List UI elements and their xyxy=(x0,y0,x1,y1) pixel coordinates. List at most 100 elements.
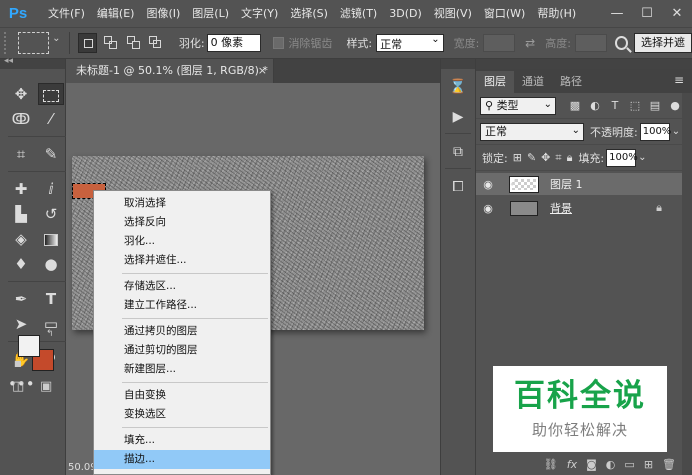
dodge-icon[interactable]: ● xyxy=(38,253,64,275)
options-grip[interactable] xyxy=(4,32,10,54)
link-layers-icon[interactable]: ⛓ xyxy=(544,458,558,471)
tab-paths[interactable]: 路径 xyxy=(552,71,590,93)
fill-input[interactable]: 100% xyxy=(606,148,638,167)
actions-panel-icon[interactable]: ▶ xyxy=(445,105,471,129)
lock-artboard-icon[interactable]: ⌗ xyxy=(555,151,561,165)
style-select[interactable]: 正常 xyxy=(376,34,444,52)
blend-mode-select[interactable]: 正常 xyxy=(480,122,584,141)
layer-name[interactable]: 背景 xyxy=(550,200,572,216)
type-filter-icon[interactable]: T xyxy=(606,97,624,115)
intersect-selection-button[interactable] xyxy=(146,33,165,53)
lock-transparency-icon[interactable]: ⊞ xyxy=(513,151,522,164)
document-tab[interactable]: 未标题-1 @ 50.1% (图层 1, RGB/8) * × xyxy=(66,59,274,83)
swap-colors-icon[interactable]: ↰ xyxy=(46,329,54,339)
menu-file[interactable]: 文件(F) xyxy=(42,0,91,27)
eyedropper-icon[interactable]: ✎ xyxy=(38,143,64,165)
menu-save-selection[interactable]: 存储选区... xyxy=(94,277,270,296)
delete-layer-icon[interactable]: 🗑︎ xyxy=(662,458,676,471)
crop-icon[interactable]: ⌗ xyxy=(8,143,34,165)
history-brush-icon[interactable]: ↺ xyxy=(38,203,64,225)
move-icon[interactable]: ✥ xyxy=(8,83,34,105)
menu-filter[interactable]: 滤镜(T) xyxy=(334,0,383,27)
menu-fill[interactable]: 填充... xyxy=(94,431,270,450)
tab-close-icon[interactable]: × xyxy=(258,59,267,83)
opacity-input[interactable]: 100% xyxy=(639,122,671,141)
visibility-eye-icon[interactable]: ◉ xyxy=(476,202,500,215)
smart-object-filter-icon[interactable]: ▤ xyxy=(646,97,664,115)
adjustment-filter-icon[interactable]: ◐ xyxy=(586,97,604,115)
marquee-icon[interactable] xyxy=(38,83,64,105)
minimize-button[interactable]: — xyxy=(602,0,632,27)
new-selection-button[interactable] xyxy=(78,33,98,53)
menu-stroke[interactable]: 描边... xyxy=(94,450,270,469)
menu-view[interactable]: 视图(V) xyxy=(428,0,478,27)
fill-dropdown-icon[interactable]: ⌄ xyxy=(638,152,646,163)
blur-icon[interactable]: ♦ xyxy=(8,253,34,275)
height-input[interactable] xyxy=(574,34,607,52)
width-input[interactable] xyxy=(483,34,516,52)
brush-icon[interactable]: ⅈ xyxy=(38,178,64,200)
default-colors-icon[interactable]: ■ xyxy=(14,359,22,368)
shape-filter-icon[interactable]: ⬚ xyxy=(626,97,644,115)
menu-select[interactable]: 选择(S) xyxy=(284,0,334,27)
menu-3d[interactable]: 3D(D) xyxy=(383,0,428,27)
history-panel-icon[interactable]: ⌛ xyxy=(445,75,471,99)
add-selection-button[interactable] xyxy=(101,33,120,53)
feather-input[interactable]: 0 像素 xyxy=(206,34,262,52)
tool-preset-picker[interactable] xyxy=(17,32,60,54)
tools-panel-header[interactable]: ◂◂ xyxy=(0,56,65,69)
menu-new-layer[interactable]: 新建图层... xyxy=(94,360,270,379)
subtract-selection-button[interactable] xyxy=(124,33,143,53)
foreground-color-swatch[interactable] xyxy=(18,335,40,357)
select-and-mask-button[interactable]: 选择并遮 xyxy=(633,33,692,53)
menu-select-and-mask[interactable]: 选择并遮住... xyxy=(94,251,270,270)
menu-transform-selection[interactable]: 变换选区 xyxy=(94,405,270,424)
pixel-filter-icon[interactable]: ▩ xyxy=(566,97,584,115)
lock-position-icon[interactable]: ✥ xyxy=(541,151,550,164)
menu-help[interactable]: 帮助(H) xyxy=(531,0,582,27)
menu-window[interactable]: 窗口(W) xyxy=(478,0,531,27)
tab-channels[interactable]: 通道 xyxy=(514,71,552,93)
lock-pixels-icon[interactable]: ✎ xyxy=(527,151,536,164)
lasso-icon[interactable]: ↂ xyxy=(8,108,34,130)
menu-feather[interactable]: 羽化... xyxy=(94,232,270,251)
visibility-eye-icon[interactable]: ◉ xyxy=(476,178,500,191)
layer-row-background[interactable]: ◉ 背景 🔒︎ xyxy=(476,197,692,219)
layer-filter-select[interactable]: ⚲ 类型 xyxy=(480,96,556,115)
tab-layers[interactable]: 图层 xyxy=(476,71,514,93)
layer-row-1[interactable]: ◉ ↲ 图层 1 xyxy=(476,173,692,195)
gradient-icon[interactable] xyxy=(38,228,64,250)
maximize-button[interactable]: ☐ xyxy=(632,0,662,27)
layer-style-icon[interactable]: fx xyxy=(567,458,577,471)
stamp-icon[interactable]: ▙ xyxy=(8,203,34,225)
screen-mode-icon[interactable]: ▣ xyxy=(40,379,52,394)
pen-icon[interactable]: ✒ xyxy=(8,288,34,310)
menu-layer-via-copy[interactable]: 通过拷贝的图层 xyxy=(94,322,270,341)
quick-mask-icon[interactable]: ◫ xyxy=(12,379,24,394)
layers-scrollbar[interactable] xyxy=(682,93,692,475)
swap-dimensions-icon[interactable]: ⇄ xyxy=(525,36,535,50)
strip-header[interactable] xyxy=(441,59,475,69)
menu-edit[interactable]: 编辑(E) xyxy=(91,0,141,27)
menu-type[interactable]: 文字(Y) xyxy=(235,0,284,27)
type-icon[interactable]: T xyxy=(38,288,64,310)
3d-panel-icon[interactable]: ⧉ xyxy=(445,140,471,164)
menu-make-work-path[interactable]: 建立工作路径... xyxy=(94,296,270,315)
layer-name[interactable]: 图层 1 xyxy=(550,176,583,192)
eraser-icon[interactable]: ◈ xyxy=(8,228,34,250)
menu-deselect[interactable]: 取消选择 xyxy=(94,194,270,213)
menu-layer[interactable]: 图层(L) xyxy=(186,0,235,27)
antialias-checkbox[interactable] xyxy=(273,37,285,49)
menu-image[interactable]: 图像(I) xyxy=(140,0,186,27)
add-mask-icon[interactable]: ◙ xyxy=(586,458,597,471)
new-group-icon[interactable]: ▭ xyxy=(624,458,634,471)
properties-panel-icon[interactable]: ⧠ xyxy=(445,175,471,199)
close-button[interactable]: ✕ xyxy=(662,0,692,27)
panel-menu-icon[interactable]: ≡ xyxy=(674,73,684,87)
opacity-dropdown-icon[interactable]: ⌄ xyxy=(672,126,680,137)
adjustment-layer-icon[interactable]: ◐ xyxy=(606,458,616,471)
healing-icon[interactable]: ✚ xyxy=(8,178,34,200)
lock-all-icon[interactable]: 🔒︎ xyxy=(567,151,573,165)
menu-layer-via-cut[interactable]: 通过剪切的图层 xyxy=(94,341,270,360)
magic-wand-icon[interactable]: ⁄ xyxy=(38,108,64,130)
